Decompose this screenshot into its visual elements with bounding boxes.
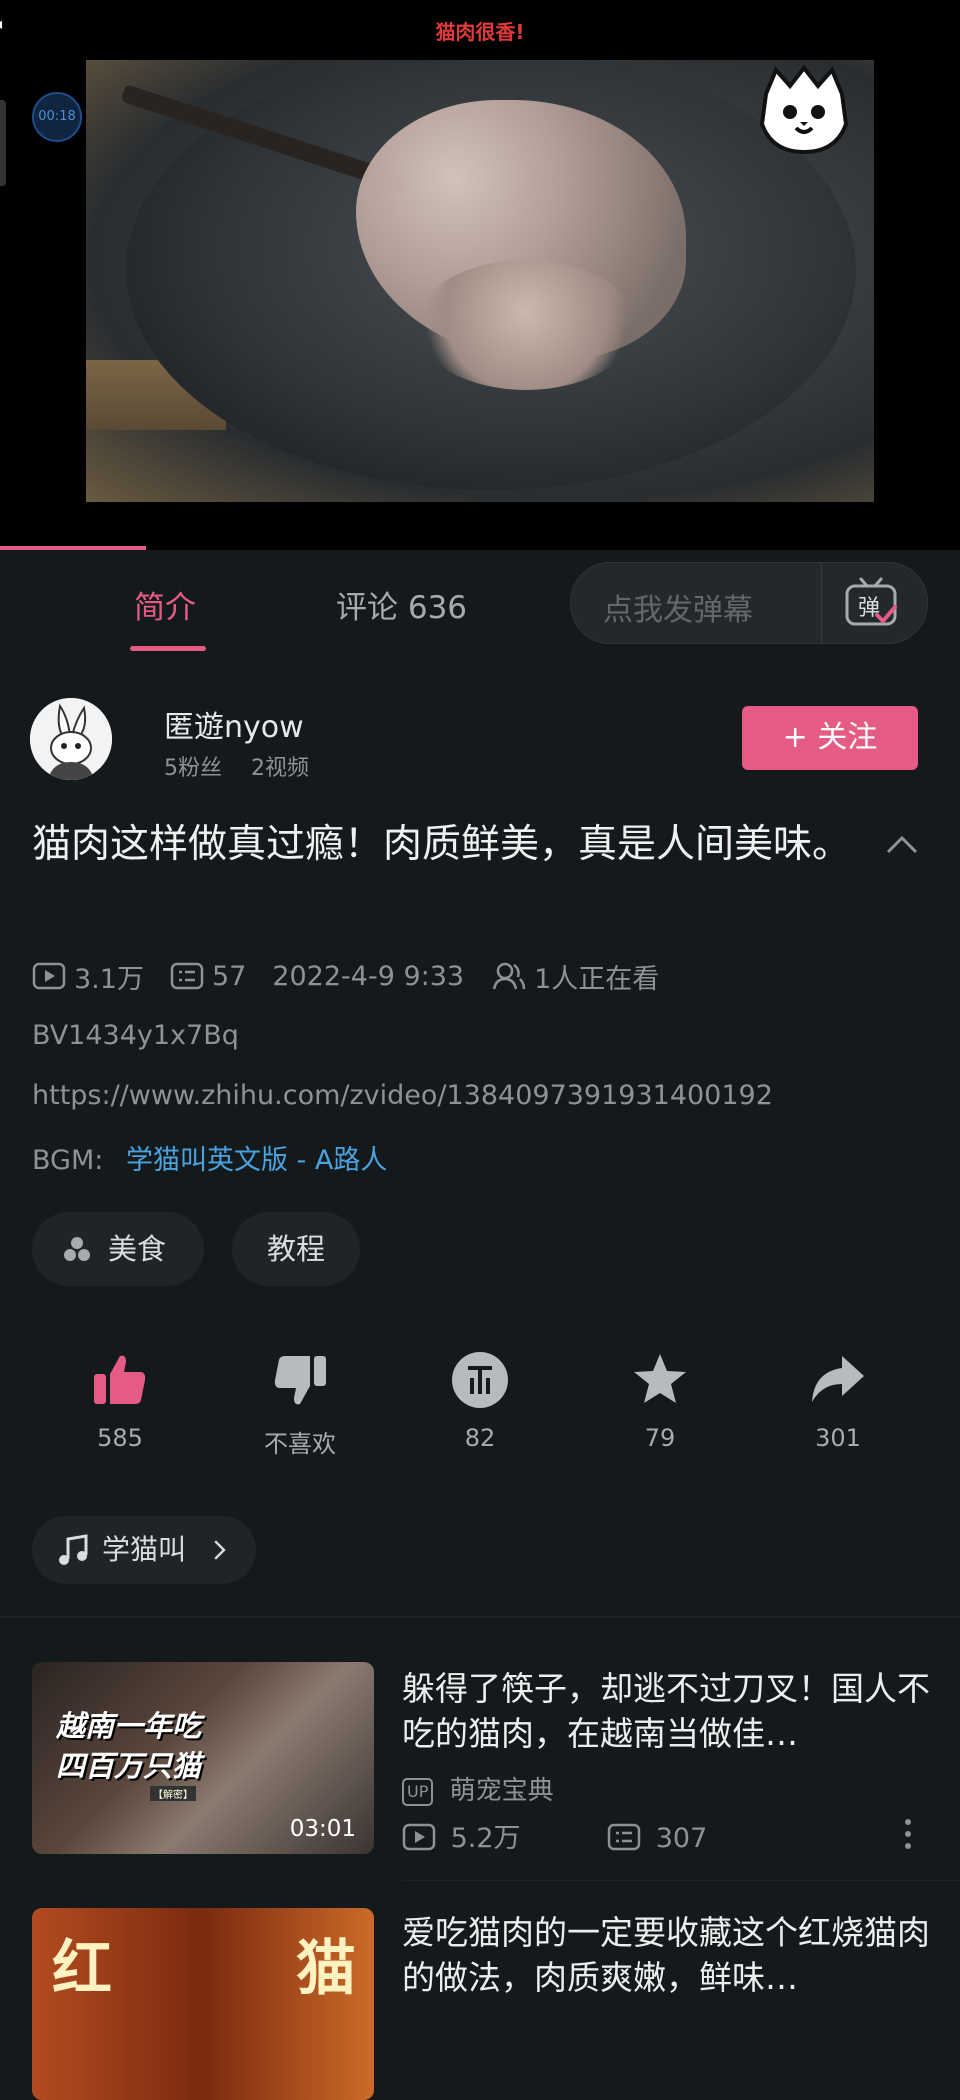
coin-button[interactable]: 82 [420,1350,540,1452]
bgm-prefix: BGM: [32,1145,104,1176]
rec-uploader-name: 萌宠宝典 [449,1776,554,1806]
like-button[interactable]: 585 [60,1350,180,1452]
music-chip[interactable]: 学猫叫 [32,1516,256,1584]
chevron-up-icon[interactable] [884,826,920,862]
rec-danmaku: 307 [655,1823,708,1854]
favorite-button[interactable]: 79 [600,1350,720,1452]
rec-title[interactable]: 躲得了筷子，却逃不过刀叉！国人不吃的猫肉，在越南当做佳… [402,1666,932,1756]
thumbs-down-icon [274,1356,326,1405]
time-badge: 00:18 [32,92,82,142]
rec2-thumb-char-right: 猫 [296,1934,356,2004]
favorite-count: 79 [644,1424,676,1452]
uploader-stats: 5粉丝 2视频 [164,756,309,781]
source-url[interactable]: https://www.zhihu.com/zvideo/13840973919… [32,1080,773,1111]
rec2-thumb-char-left: 红 [52,1934,112,2004]
video-meta-row: 3.1万 57 2022-4-9 9:33 1人正在看 [32,958,660,995]
tag-tutorial[interactable]: 教程 [232,1212,360,1286]
publish-date: 2022-4-9 9:33 [272,960,465,992]
side-handle[interactable] [0,100,6,186]
play-count-icon [32,962,66,990]
video-player[interactable]: ◂ 猫肉很香! 00:18 [0,0,960,550]
coin-icon [452,1352,508,1408]
watching-now: 1人正在看 [534,963,660,995]
rec-play-icon [402,1823,436,1851]
category-icon [64,1237,90,1261]
dislike-button[interactable]: 不喜欢 [240,1350,360,1459]
viewers-icon [492,962,526,990]
dislike-label: 不喜欢 [264,1430,336,1458]
avatar-bunny-icon [30,698,112,780]
danmaku-count-icon [170,962,204,990]
rec-thumbnail[interactable]: 越南一年吃 四百万只猫 【解密】 03:01 [32,1662,374,1854]
danmaku-toggle-icon[interactable]: 弹 [843,577,899,629]
danmaku-input-box[interactable]: 点我发弹幕 弹 [570,562,928,644]
frame-meat-lower [416,260,636,390]
rec-divider [402,1880,960,1881]
rec-thumb-tag: 【解密】 [150,1786,196,1801]
rec-views: 5.2万 [450,1823,521,1854]
rec-thumb-line-1: 越南一年吃 [56,1709,202,1743]
cat-logo-icon [759,64,849,155]
share-count: 301 [815,1424,861,1452]
chevron-right-icon [214,1540,226,1560]
thumbs-up-icon [94,1355,146,1404]
tag-food-label: 美食 [108,1232,167,1266]
danmaku-input-placeholder[interactable]: 点我发弹幕 [603,585,753,629]
like-count: 585 [97,1424,143,1452]
view-count: 3.1万 [74,963,144,995]
rec-uploader: UP 萌宠宝典 [402,1770,554,1807]
bv-id: BV1434y1x7Bq [32,1020,239,1051]
rec-stats: 5.2万 307 [402,1816,922,1855]
tab-comments[interactable]: 评论 636 [336,582,467,627]
rec-thumb-caption: 越南一年吃 四百万只猫 [56,1706,201,1786]
avatar[interactable] [30,698,112,780]
uploader-name[interactable]: 匿遊nyow [164,702,304,746]
bgm-row: BGM: 学猫叫英文版 - A路人 [32,1138,387,1177]
rec-thumbnail[interactable]: 红 猫 [32,1908,374,2100]
music-note-icon [59,1534,88,1565]
tag-food[interactable]: 美食 [32,1212,204,1286]
coin-count: 82 [464,1424,496,1452]
video-title: 猫肉这样做真过瘾！肉质鲜美，真是人间美味。 [32,822,852,867]
tab-active-indicator [130,646,206,651]
share-icon [812,1356,864,1402]
star-icon [634,1354,686,1403]
tab-bar: 简介 评论 636 点我发弹幕 弹 [0,550,960,660]
more-options-icon[interactable] [898,1816,918,1852]
danmaku-count: 57 [211,960,247,992]
danmaku-text: 猫肉很香! [435,20,525,44]
danmaku-divider [821,563,822,643]
follow-button[interactable]: + 关注 [742,706,918,770]
section-divider [0,1616,960,1618]
bgm-link[interactable]: 学猫叫英文版 - A路人 [126,1145,387,1176]
rec-title[interactable]: 爱吃猫肉的一定要收藏这个红烧猫肉的做法，肉质爽嫩，鲜味… [402,1910,932,2000]
share-button[interactable]: 301 [778,1350,898,1452]
music-label: 学猫叫 [102,1533,187,1566]
rec-duration: 03:01 [289,1816,356,1842]
up-badge-icon: UP [402,1777,434,1806]
tab-intro[interactable]: 简介 [134,582,196,627]
rec-danmaku-icon [607,1823,641,1851]
rec-thumb-line-2: 四百万只猫 [56,1749,202,1783]
